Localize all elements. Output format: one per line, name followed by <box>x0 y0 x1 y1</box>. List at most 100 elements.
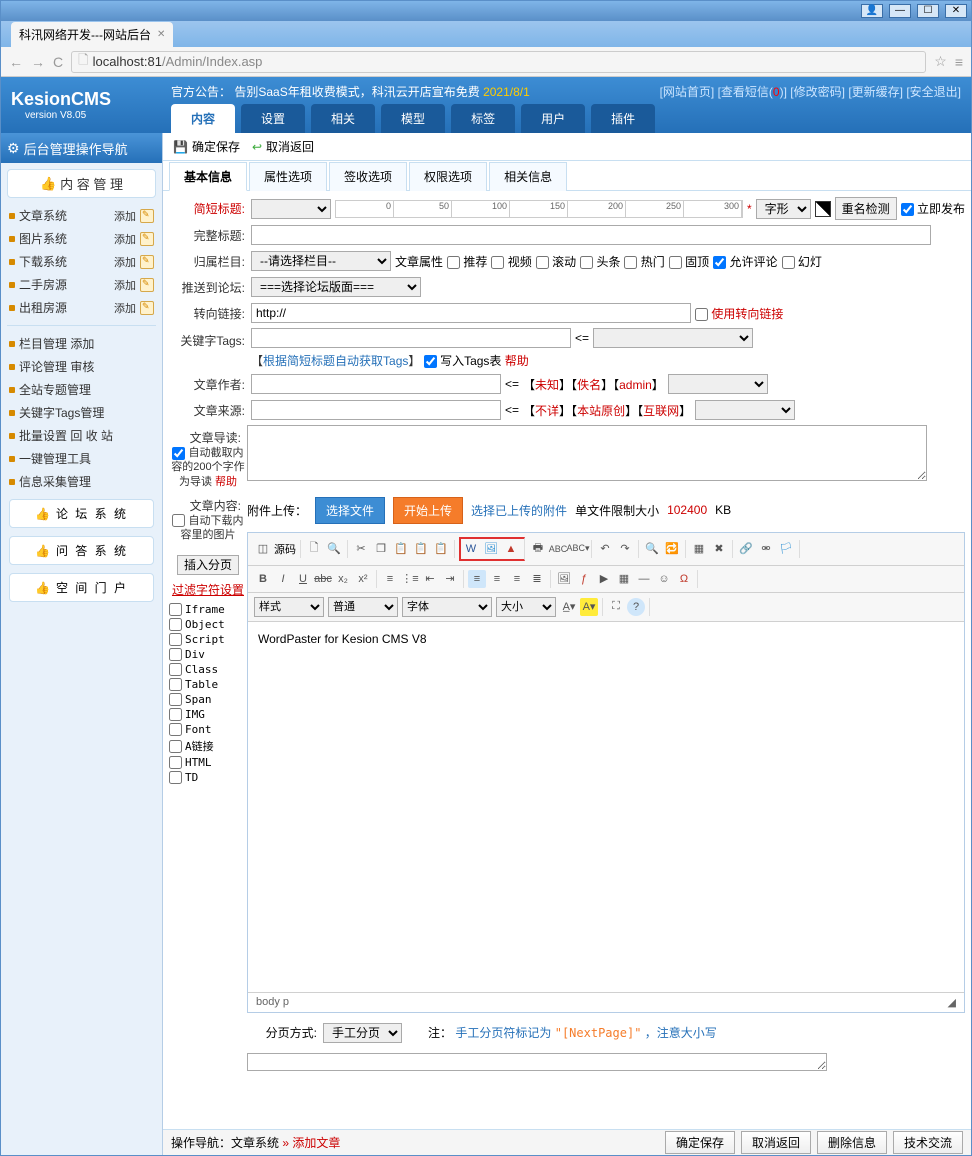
sidebar-btn-qa[interactable]: 👍问 答 系 统 <box>9 536 154 565</box>
sup-icon[interactable]: x² <box>354 570 372 588</box>
sidebar-btn-space[interactable]: 👍空 间 门 户 <box>9 573 154 602</box>
attr-slide[interactable]: 幻灯 <box>782 253 822 270</box>
cancel-button[interactable]: ↩取消返回 <box>252 138 314 155</box>
sidebar-item[interactable]: 全站专题管理 <box>7 378 156 401</box>
tags-input[interactable] <box>251 328 571 348</box>
tab-close-icon[interactable]: ✕ <box>157 29 165 40</box>
use-redirect-checkbox[interactable]: 使用转向链接 <box>695 305 783 322</box>
sidebar-item[interactable]: 一键管理工具 <box>7 447 156 470</box>
outdent-icon[interactable]: ⇤ <box>421 570 439 588</box>
replace-icon[interactable]: 🔁 <box>663 540 681 558</box>
attr-hot[interactable]: 热门 <box>624 253 664 270</box>
source-opt-internet[interactable]: 互联网 <box>643 404 679 418</box>
close-button[interactable]: ✕ <box>945 4 967 18</box>
flash-icon[interactable]: ƒ <box>575 570 593 588</box>
tab-content[interactable]: 内容 <box>171 104 235 133</box>
author-opt-unknown[interactable]: 未知 <box>535 378 559 392</box>
form-tab-attr[interactable]: 属性选项 <box>249 162 327 191</box>
filter-img[interactable] <box>169 708 182 721</box>
edit-icon[interactable] <box>140 255 154 269</box>
insert-page-button[interactable]: 插入分页 <box>177 555 239 575</box>
top-link-home[interactable]: [网站首页] <box>660 85 715 99</box>
indent-icon[interactable]: ⇥ <box>441 570 459 588</box>
font-style-select[interactable]: 字形 <box>756 199 811 219</box>
nav-forward-button[interactable]: → <box>31 54 45 70</box>
add-link[interactable]: 添加 <box>114 208 136 224</box>
top-link-cache[interactable]: [更新缓存] <box>848 85 903 99</box>
bookmark-icon[interactable]: ☆ <box>934 53 947 70</box>
tab-users[interactable]: 用户 <box>521 104 585 133</box>
align-right-icon[interactable]: ≡ <box>508 570 526 588</box>
category-select[interactable]: --请选择栏目-- <box>251 251 391 271</box>
bold-icon[interactable]: B <box>254 570 272 588</box>
add-link[interactable]: 添加 <box>114 254 136 270</box>
add-link[interactable]: 添加 <box>114 231 136 247</box>
attr-sticky[interactable]: 固顶 <box>669 253 709 270</box>
sidebar-item-rental[interactable]: 出租房源添加 <box>7 296 156 319</box>
size-select[interactable]: 大小 <box>496 597 556 617</box>
choose-file-button[interactable]: 选择文件 <box>315 497 385 524</box>
align-center-icon[interactable]: ≡ <box>488 570 506 588</box>
pager-textarea[interactable] <box>247 1053 827 1071</box>
attr-recommend[interactable]: 推荐 <box>447 253 487 270</box>
help-link[interactable]: 帮助 <box>215 476 237 488</box>
find-icon[interactable]: 🔍 <box>643 540 661 558</box>
edit-icon[interactable] <box>140 278 154 292</box>
link-icon[interactable]: 🔗 <box>737 540 755 558</box>
sidebar-item-image[interactable]: 图片系统添加 <box>7 227 156 250</box>
filter-alink[interactable] <box>169 740 182 753</box>
paste-word-icon[interactable]: 📋 <box>432 540 450 558</box>
paste-icon[interactable]: 📋 <box>392 540 410 558</box>
sidebar-item-download[interactable]: 下载系统添加 <box>7 250 156 273</box>
ol-icon[interactable]: ≡ <box>381 570 399 588</box>
redirect-input[interactable] <box>251 303 691 323</box>
top-link-messages[interactable]: [查看短信(0)] <box>718 85 791 99</box>
color-picker-icon[interactable] <box>815 201 831 217</box>
write-tags-checkbox[interactable]: 写入Tags表 <box>424 354 502 368</box>
sidebar-item-article[interactable]: 文章系统添加 <box>7 204 156 227</box>
auto-download-checkbox[interactable]: 自动下载内容里的图片 <box>172 515 243 541</box>
unlink-icon[interactable]: ⚮ <box>757 540 775 558</box>
help-icon[interactable]: ? <box>627 598 645 616</box>
tab-model[interactable]: 模型 <box>381 104 445 133</box>
author-opt-anon[interactable]: 佚名 <box>577 378 601 392</box>
textcolor-icon[interactable]: A̲▾ <box>560 598 578 616</box>
filter-span[interactable] <box>169 693 182 706</box>
source-input[interactable] <box>251 400 501 420</box>
spell-icon[interactable]: ABC <box>549 540 567 558</box>
source-opt-unknown[interactable]: 不详 <box>535 404 559 418</box>
filter-div[interactable] <box>169 648 182 661</box>
underline-icon[interactable]: U <box>294 570 312 588</box>
word-icon[interactable]: W <box>462 540 480 558</box>
edit-icon[interactable] <box>140 209 154 223</box>
sidebar-item-secondhand[interactable]: 二手房源添加 <box>7 273 156 296</box>
ul-icon[interactable]: ⋮≡ <box>401 570 419 588</box>
edit-icon[interactable] <box>140 301 154 315</box>
nav-back-button[interactable]: ← <box>9 54 23 70</box>
image-insert-icon[interactable]: 🖼 <box>555 570 573 588</box>
bottom-cancel-button[interactable]: 取消返回 <box>741 1131 811 1154</box>
attr-allow-comment[interactable]: 允许评论 <box>713 253 777 270</box>
form-tab-sign[interactable]: 签收选项 <box>329 162 407 191</box>
filter-iframe[interactable] <box>169 603 182 616</box>
undo-icon[interactable]: ↶ <box>596 540 614 558</box>
pager-select[interactable]: 手工分页 <box>323 1023 402 1043</box>
author-opt-admin[interactable]: admin <box>619 378 652 392</box>
pdf-icon[interactable]: ▲ <box>502 540 520 558</box>
source-button[interactable]: ◫ <box>254 540 272 558</box>
forum-select[interactable]: ===选择论坛版面=== <box>251 277 421 297</box>
save-button[interactable]: 💾确定保存 <box>173 138 240 155</box>
source-opt-original[interactable]: 本站原创 <box>577 404 625 418</box>
start-upload-button[interactable]: 开始上传 <box>393 497 463 524</box>
form-tab-related[interactable]: 相关信息 <box>489 162 567 191</box>
top-link-logout[interactable]: [安全退出] <box>906 85 961 99</box>
italic-icon[interactable]: I <box>274 570 292 588</box>
spell2-icon[interactable]: ABC▾ <box>569 540 587 558</box>
align-left-icon[interactable]: ≡ <box>468 570 486 588</box>
tab-plugins[interactable]: 插件 <box>591 104 655 133</box>
tab-settings[interactable]: 设置 <box>241 104 305 133</box>
editor-canvas[interactable]: WordPaster for Kesion CMS V8 <box>248 622 964 992</box>
align-justify-icon[interactable]: ≣ <box>528 570 546 588</box>
user-icon[interactable]: 👤 <box>861 4 883 18</box>
paragraph-select[interactable]: 普通 <box>328 597 398 617</box>
